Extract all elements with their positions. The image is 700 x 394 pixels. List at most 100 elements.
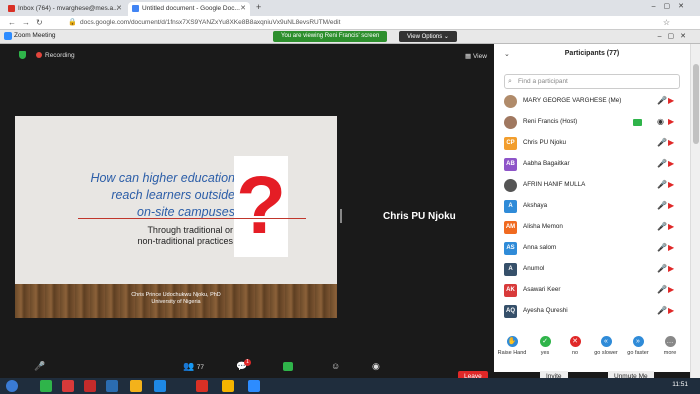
participant-name: Anumol bbox=[523, 265, 545, 272]
share-screen-icon[interactable] bbox=[283, 362, 293, 371]
tab-google-doc[interactable]: Untitled document - Google Doc... ✕ bbox=[128, 2, 250, 16]
recording-indicator: Recording bbox=[36, 52, 75, 59]
feedback-more-button[interactable]: … more bbox=[655, 336, 685, 356]
nav-arrows-icon[interactable]: ←→↻ bbox=[8, 18, 49, 27]
participant-row[interactable]: AB Aabha Bagaitkar 🎤 ▶ bbox=[494, 155, 690, 176]
video-off-icon[interactable]: ▶ bbox=[668, 96, 674, 105]
app-icon[interactable] bbox=[62, 380, 74, 392]
feedback-yes-button[interactable]: ✓ yes bbox=[530, 336, 560, 356]
video-off-icon[interactable]: ▶ bbox=[668, 138, 674, 147]
feedback-go-faster-button[interactable]: » go faster bbox=[623, 336, 653, 356]
avatar bbox=[504, 95, 517, 108]
app-icon[interactable] bbox=[196, 380, 208, 392]
avatar bbox=[504, 179, 517, 192]
feedback-label: Raise Hand bbox=[497, 350, 527, 356]
participants-panel: ⌄ Participants (77) ⌕ Find a participant… bbox=[494, 44, 690, 372]
participant-row[interactable]: CP Chris PU Njoku 🎤 ▶ bbox=[494, 134, 690, 155]
participant-name: Aabha Bagaitkar bbox=[523, 160, 570, 167]
active-speaker-name: Chris PU Njoku bbox=[383, 211, 456, 222]
video-off-icon[interactable]: ▶ bbox=[668, 180, 674, 189]
app-icon[interactable] bbox=[106, 380, 118, 392]
feedback-no-button[interactable]: ✕ no bbox=[560, 336, 590, 356]
video-off-icon[interactable]: ▶ bbox=[668, 306, 674, 315]
split-handle[interactable] bbox=[340, 209, 342, 223]
feedback-raise-hand-button[interactable]: ✋ Raise Hand bbox=[497, 336, 527, 356]
start-icon[interactable] bbox=[6, 380, 18, 392]
zoom-window-controls[interactable]: –▢✕ bbox=[658, 32, 692, 40]
recording-icon[interactable]: ◉ bbox=[657, 117, 664, 126]
subtitle-line: non-traditional practices bbox=[137, 236, 233, 246]
video-off-icon[interactable]: ▶ bbox=[668, 201, 674, 210]
muted-mic-icon[interactable]: 🎤 bbox=[657, 159, 667, 168]
avatar: AM bbox=[504, 221, 517, 234]
author-line: Chris Prince Udochukwu Njoku, PhD bbox=[131, 292, 221, 298]
tab-label: Inbox (764) - mvarghese@mes.a... bbox=[18, 5, 119, 12]
zoom-title-bar: Zoom Meeting You are viewing Reni Franci… bbox=[0, 30, 700, 44]
video-off-icon[interactable]: ▶ bbox=[668, 222, 674, 231]
muted-mic-icon[interactable]: 🎤 bbox=[657, 285, 667, 294]
app-icon[interactable] bbox=[154, 380, 166, 392]
screen: { "browser":{ "tabs":[ {"label":"Inbox (… bbox=[0, 0, 700, 394]
microphone-icon[interactable]: 🎤 bbox=[657, 138, 667, 147]
app-icon[interactable] bbox=[84, 380, 96, 392]
clock: 11:51 bbox=[672, 381, 688, 388]
app-icon[interactable] bbox=[40, 380, 52, 392]
feedback-icon: … bbox=[664, 336, 676, 347]
close-icon[interactable]: ✕ bbox=[240, 4, 246, 12]
avatar: AQ bbox=[504, 305, 517, 318]
address-bar[interactable]: ←→↻ 🔒 docs.google.com/document/d/1fnsx7X… bbox=[0, 16, 700, 30]
muted-mic-icon[interactable]: 🎤 bbox=[657, 180, 667, 189]
participant-row[interactable]: A Akshaya 🎤 ▶ bbox=[494, 197, 690, 218]
participant-row[interactable]: AFRIN HANIF MULLA 🎤 ▶ bbox=[494, 176, 690, 197]
participant-name: Akshaya bbox=[523, 202, 548, 209]
video-off-icon[interactable]: ▶ bbox=[668, 243, 674, 252]
participant-row[interactable]: AM Alisha Memon 🎤 ▶ bbox=[494, 218, 690, 239]
window-controls[interactable]: –▢✕ bbox=[652, 2, 692, 10]
view-button[interactable]: ▦ View bbox=[465, 52, 487, 60]
window-title: Zoom Meeting bbox=[14, 32, 56, 39]
mute-mic-icon[interactable]: 🎤 bbox=[34, 361, 45, 372]
participant-row[interactable]: Reni Francis (Host) ◉ ▶ bbox=[494, 113, 690, 134]
gmail-icon bbox=[8, 5, 15, 12]
url-text[interactable]: docs.google.com/document/d/1fnsx7XS9YANZ… bbox=[80, 19, 340, 26]
participant-row[interactable]: AS Anna salom 🎤 ▶ bbox=[494, 239, 690, 260]
participants-count: 77 bbox=[196, 364, 204, 371]
new-tab-icon[interactable]: + bbox=[256, 2, 261, 12]
scrollbar-thumb[interactable] bbox=[693, 64, 699, 144]
muted-mic-icon[interactable]: 🎤 bbox=[657, 243, 667, 252]
participant-row[interactable]: MARY GEORGE VARGHESE (Me) 🎤 ▶ bbox=[494, 92, 690, 113]
search-placeholder: Find a participant bbox=[518, 78, 568, 85]
muted-mic-icon[interactable]: 🎤 bbox=[657, 222, 667, 231]
avatar: AK bbox=[504, 284, 517, 297]
feedback-go-slower-button[interactable]: « go slower bbox=[591, 336, 621, 356]
participants-button[interactable]: 👥 77 bbox=[183, 361, 204, 372]
muted-mic-icon[interactable]: 🎤 bbox=[657, 201, 667, 210]
video-off-icon[interactable]: ▶ bbox=[668, 264, 674, 273]
muted-mic-icon[interactable]: 🎤 bbox=[657, 306, 667, 315]
participant-row[interactable]: AK Asawari Keer 🎤 ▶ bbox=[494, 281, 690, 302]
zoom-taskbar-icon[interactable] bbox=[248, 380, 260, 392]
folder-icon[interactable] bbox=[130, 380, 142, 392]
star-icon[interactable]: ☆ bbox=[663, 18, 670, 27]
close-icon[interactable]: ✕ bbox=[116, 4, 122, 12]
view-options-button[interactable]: View Options ⌄ bbox=[399, 31, 457, 42]
tab-gmail[interactable]: Inbox (764) - mvarghese@mes.a... ✕ bbox=[4, 2, 126, 16]
muted-mic-icon[interactable]: 🎤 bbox=[657, 96, 667, 105]
feedback-icon: ✕ bbox=[569, 336, 581, 347]
chrome-icon[interactable] bbox=[222, 380, 234, 392]
participant-row[interactable]: A Anumol 🎤 ▶ bbox=[494, 260, 690, 281]
reactions-icon[interactable]: ☺ bbox=[331, 361, 340, 371]
avatar: AS bbox=[504, 242, 517, 255]
video-off-icon[interactable]: ▶ bbox=[668, 117, 674, 126]
feedback-label: go faster bbox=[627, 350, 649, 356]
feedback-label: more bbox=[663, 350, 677, 356]
muted-mic-icon[interactable]: 🎤 bbox=[657, 264, 667, 273]
participant-name: AFRIN HANIF MULLA bbox=[523, 181, 586, 188]
shield-icon[interactable] bbox=[19, 51, 26, 59]
scrollbar[interactable] bbox=[690, 44, 700, 378]
video-off-icon[interactable]: ▶ bbox=[668, 159, 674, 168]
participant-search-input[interactable]: ⌕ Find a participant bbox=[504, 74, 680, 89]
video-off-icon[interactable]: ▶ bbox=[668, 285, 674, 294]
participant-row[interactable]: AQ Ayesha Qureshi 🎤 ▶ bbox=[494, 302, 690, 323]
record-icon[interactable]: ◉ bbox=[372, 361, 380, 372]
